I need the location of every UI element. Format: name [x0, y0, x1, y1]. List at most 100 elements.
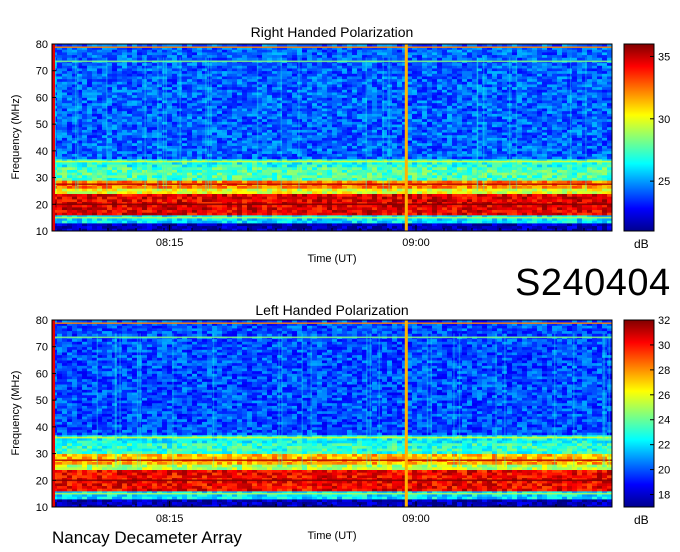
- y-tick-label: 70: [36, 66, 48, 78]
- x-tick-label: 09:00: [402, 237, 430, 249]
- x-tick-label: 08:15: [156, 237, 184, 249]
- y-tick-label: 60: [36, 92, 48, 104]
- y-tick-label: 50: [36, 119, 48, 131]
- vertical-streak: [256, 57, 259, 191]
- vertical-streak: [280, 57, 282, 191]
- interference-line: [52, 436, 612, 439]
- instrument-name: Nancay Decameter Array: [52, 528, 242, 547]
- interference-line: [52, 60, 612, 63]
- vertical-streak: [476, 57, 479, 191]
- vertical-streak: [509, 57, 511, 191]
- vertical-streak: [144, 57, 146, 191]
- vertical-streak: [573, 333, 575, 467]
- vertical-streak: [608, 333, 610, 467]
- panel-title: Right Handed Polarization: [251, 24, 414, 40]
- vertical-streak: [310, 333, 312, 467]
- interference-line: [52, 216, 612, 219]
- interference-line: [52, 322, 612, 325]
- vertical-streak: [179, 57, 181, 191]
- colorbar-tick-label: 20: [658, 465, 670, 477]
- colorbar: 18 20 22 24 26 28 30 32 dB: [623, 315, 670, 527]
- y-tick-label: 50: [36, 395, 48, 407]
- vertical-streak: [430, 333, 432, 467]
- vertical-streak: [278, 333, 280, 467]
- y-tick-label: 40: [36, 146, 48, 158]
- y-tick-label: 20: [36, 199, 48, 211]
- y-tick-label: 30: [36, 173, 48, 185]
- vertical-streak: [139, 333, 141, 467]
- vertical-streak: [569, 57, 572, 191]
- vertical-streak: [603, 333, 606, 467]
- vertical-streak: [106, 57, 108, 191]
- colorbar-tick-label: 26: [658, 390, 670, 402]
- vertical-streak: [207, 57, 209, 191]
- colorbar-tick-label: 30: [658, 340, 670, 352]
- y-tick-label: 80: [36, 315, 48, 327]
- interference-line: [52, 46, 612, 49]
- y-tick-label: 70: [36, 342, 48, 354]
- colorbar-unit-label: dB: [634, 513, 649, 527]
- y-tick-label: 80: [36, 39, 48, 51]
- colorbar-unit-label: dB: [634, 237, 649, 251]
- vertical-streak: [382, 57, 384, 191]
- vertical-streak: [369, 333, 372, 467]
- vertical-streak: [205, 57, 207, 191]
- x-tick-label: 09:00: [402, 513, 430, 525]
- interference-line: [52, 492, 612, 495]
- colorbar-scale: [623, 319, 655, 508]
- interference-line: [52, 336, 612, 339]
- spectrogram-plot: [52, 320, 613, 508]
- colorbar-tick-label: 22: [658, 440, 670, 452]
- vertical-streak: [212, 333, 215, 467]
- colorbar-tick-label: 32: [658, 315, 670, 327]
- vertical-streak: [119, 333, 121, 467]
- x-tick-label: 08:15: [156, 513, 184, 525]
- vertical-streak: [585, 57, 587, 191]
- y-axis-label: Frequency (MHz): [10, 95, 22, 180]
- vertical-streak: [495, 333, 497, 467]
- y-tick-label: 10: [36, 502, 48, 514]
- vertical-streak: [77, 57, 79, 191]
- vertical-streak: [114, 333, 117, 467]
- vertical-streak: [301, 333, 303, 467]
- interference-line: [52, 479, 612, 482]
- panel-right-polarization: Right Handed Polarization 10 20 30 40 50 60 70…: [10, 24, 670, 265]
- burst-marker: [404, 320, 408, 507]
- y-tick-label: 10: [36, 226, 48, 238]
- y-axis-label: Frequency (MHz): [10, 371, 22, 456]
- vertical-streak: [483, 57, 485, 191]
- interference-line: [52, 203, 612, 206]
- colorbar-scale: [623, 43, 655, 232]
- vertical-streak: [210, 57, 212, 191]
- colorbar-tick-label: 35: [658, 51, 670, 63]
- vertical-streak: [75, 57, 77, 191]
- y-tick-label: 40: [36, 422, 48, 434]
- x-axis: 08:15 09:00: [51, 225, 613, 249]
- interference-line: [52, 459, 612, 462]
- colorbar-tick-label: 18: [658, 490, 670, 502]
- x-axis-label: Time (UT): [307, 253, 356, 265]
- y-tick-label: 60: [36, 368, 48, 380]
- vertical-streak: [136, 333, 139, 467]
- vertical-streak: [602, 333, 604, 467]
- vertical-streak: [515, 57, 518, 191]
- interference-line: [52, 183, 612, 186]
- vertical-streak: [162, 57, 165, 191]
- y-tick-label: 30: [36, 449, 48, 461]
- vertical-streak: [172, 333, 174, 467]
- interference-line: [52, 160, 612, 163]
- x-axis: 08:15 09:00: [51, 501, 613, 525]
- x-axis-label: Time (UT): [307, 530, 356, 542]
- vertical-streak: [157, 57, 159, 191]
- colorbar-tick-label: 28: [658, 365, 670, 377]
- colorbar-tick-label: 24: [658, 415, 670, 427]
- vertical-streak: [388, 57, 390, 191]
- colorbar-tick-label: 30: [658, 114, 670, 126]
- vertical-streak: [281, 333, 283, 467]
- panel-title: Left Handed Polarization: [255, 302, 408, 318]
- vertical-streak: [298, 57, 300, 191]
- vertical-streak: [365, 57, 367, 191]
- spectrogram-plot: [52, 44, 613, 232]
- colorbar-tick-label: 25: [658, 176, 670, 188]
- vertical-streak: [96, 333, 99, 467]
